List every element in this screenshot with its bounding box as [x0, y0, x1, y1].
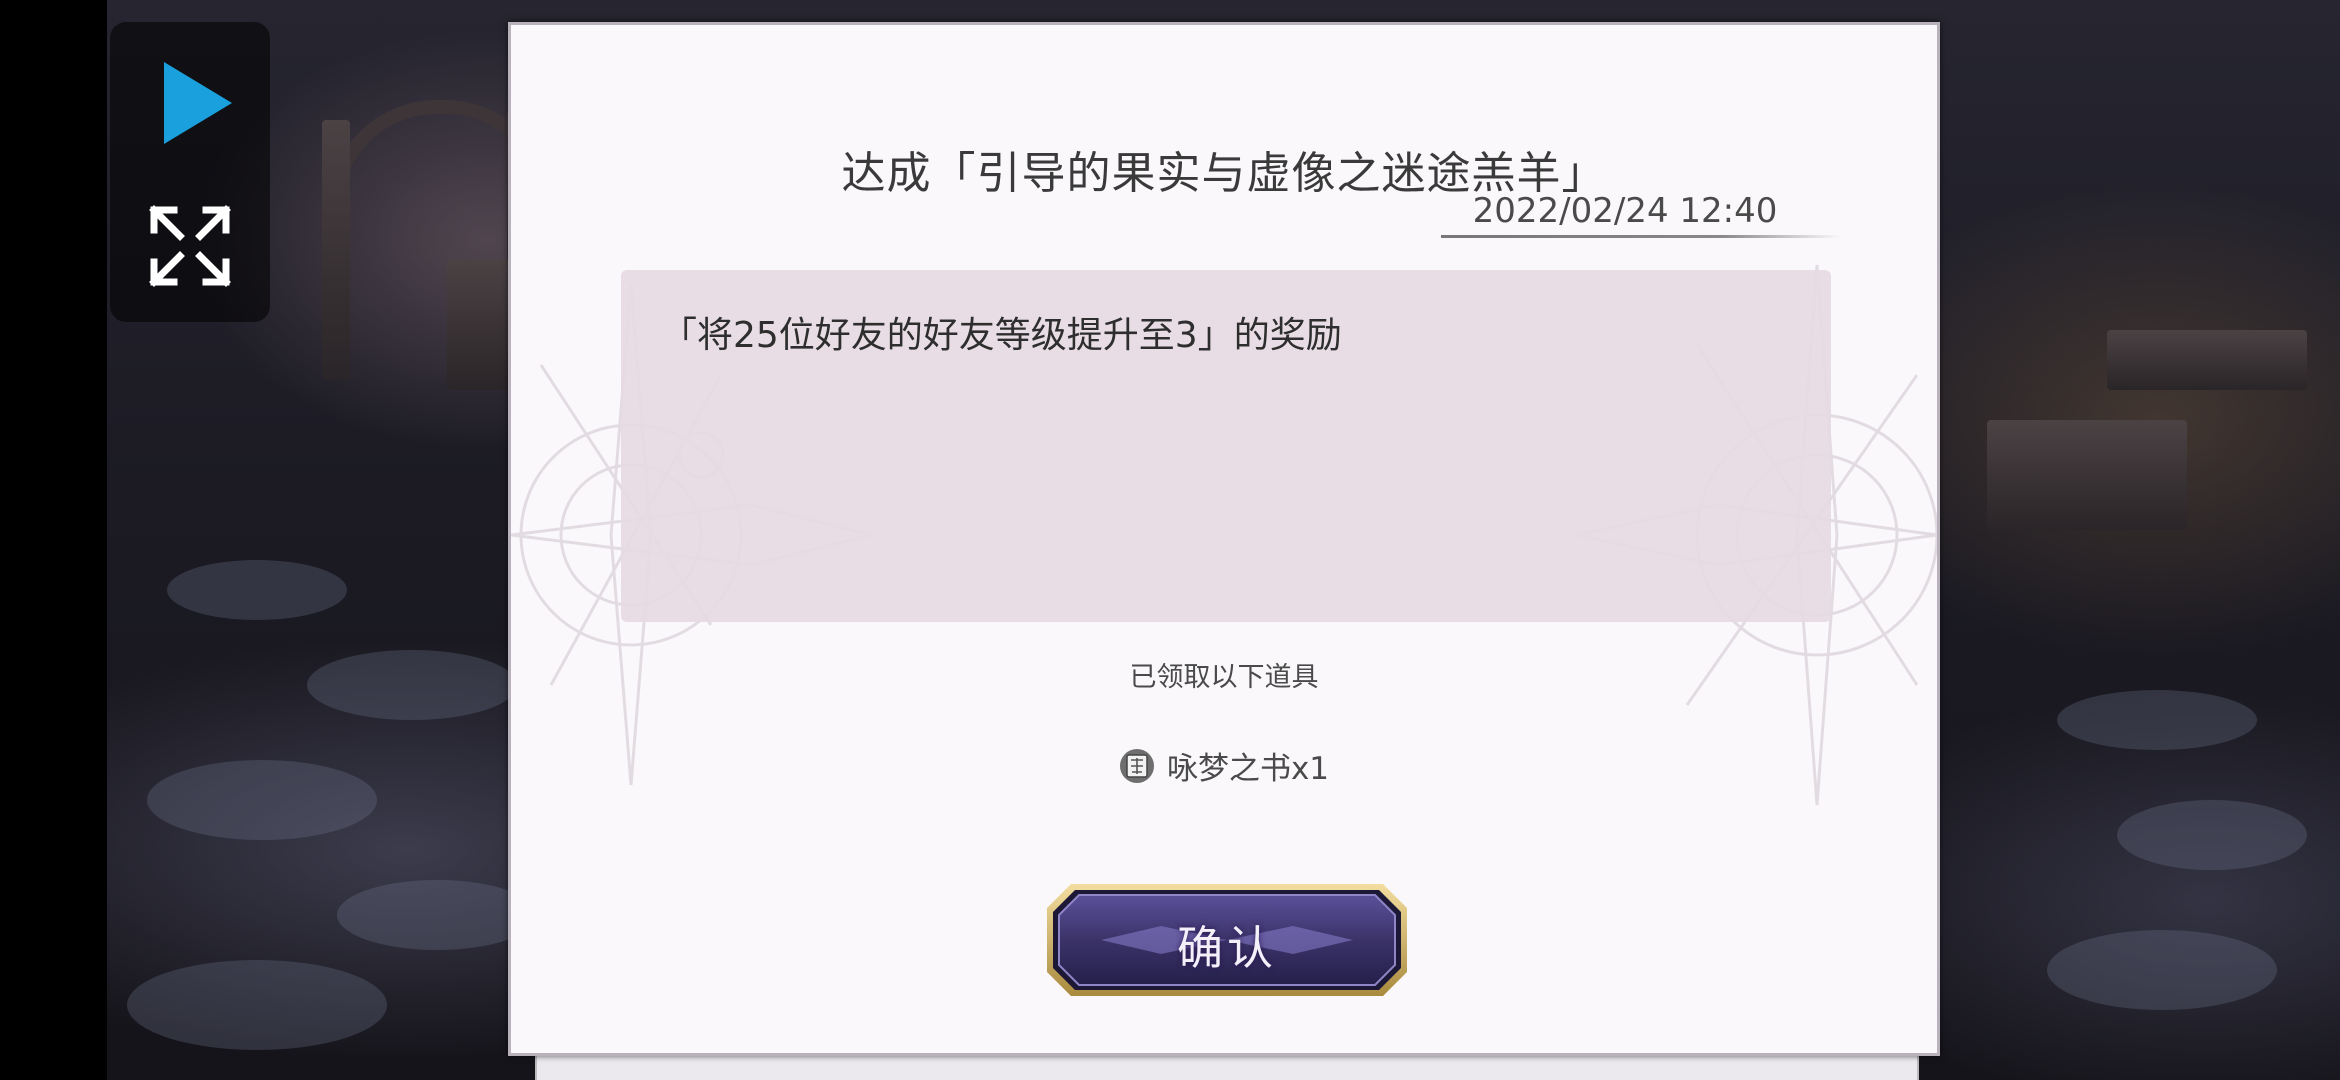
message-box: 「将25位好友的好友等级提升至3」的奖励 [621, 270, 1831, 622]
date-underline [1441, 235, 1841, 238]
market-table [1987, 420, 2187, 530]
dialog-shadow-panel [535, 1056, 1919, 1080]
reward-dialog: 达成「引导的果实与虚像之迷途羔羊」 2022/02/24 12:40 「将25位… [508, 22, 1940, 1056]
cobblestone [2047, 930, 2277, 1010]
reward-text: 咏梦之书x1 [1166, 751, 1330, 787]
dialog-date: 2022/02/24 12:40 [1472, 191, 1778, 231]
confirm-label: 确认 [1177, 921, 1277, 975]
play-icon[interactable] [164, 62, 232, 144]
cobblestone [2057, 690, 2257, 750]
book-icon [1119, 748, 1154, 783]
ruin-pillar [322, 120, 350, 380]
received-label: 已领取以下道具 [1129, 662, 1319, 693]
market-stall [2107, 330, 2307, 390]
cobblestone [167, 560, 347, 620]
cobblestone [307, 650, 517, 720]
reward-item: 咏梦之书x1 [511, 743, 1937, 788]
cobblestone [337, 880, 537, 950]
message-text: 「将25位好友的好友等级提升至3」的奖励 [661, 315, 1342, 356]
cobblestone [2117, 800, 2307, 870]
confirm-button[interactable]: 确认 [1041, 878, 1413, 1002]
fullscreen-icon[interactable] [148, 204, 232, 288]
cobblestone [147, 760, 377, 840]
cobblestone [127, 960, 387, 1050]
